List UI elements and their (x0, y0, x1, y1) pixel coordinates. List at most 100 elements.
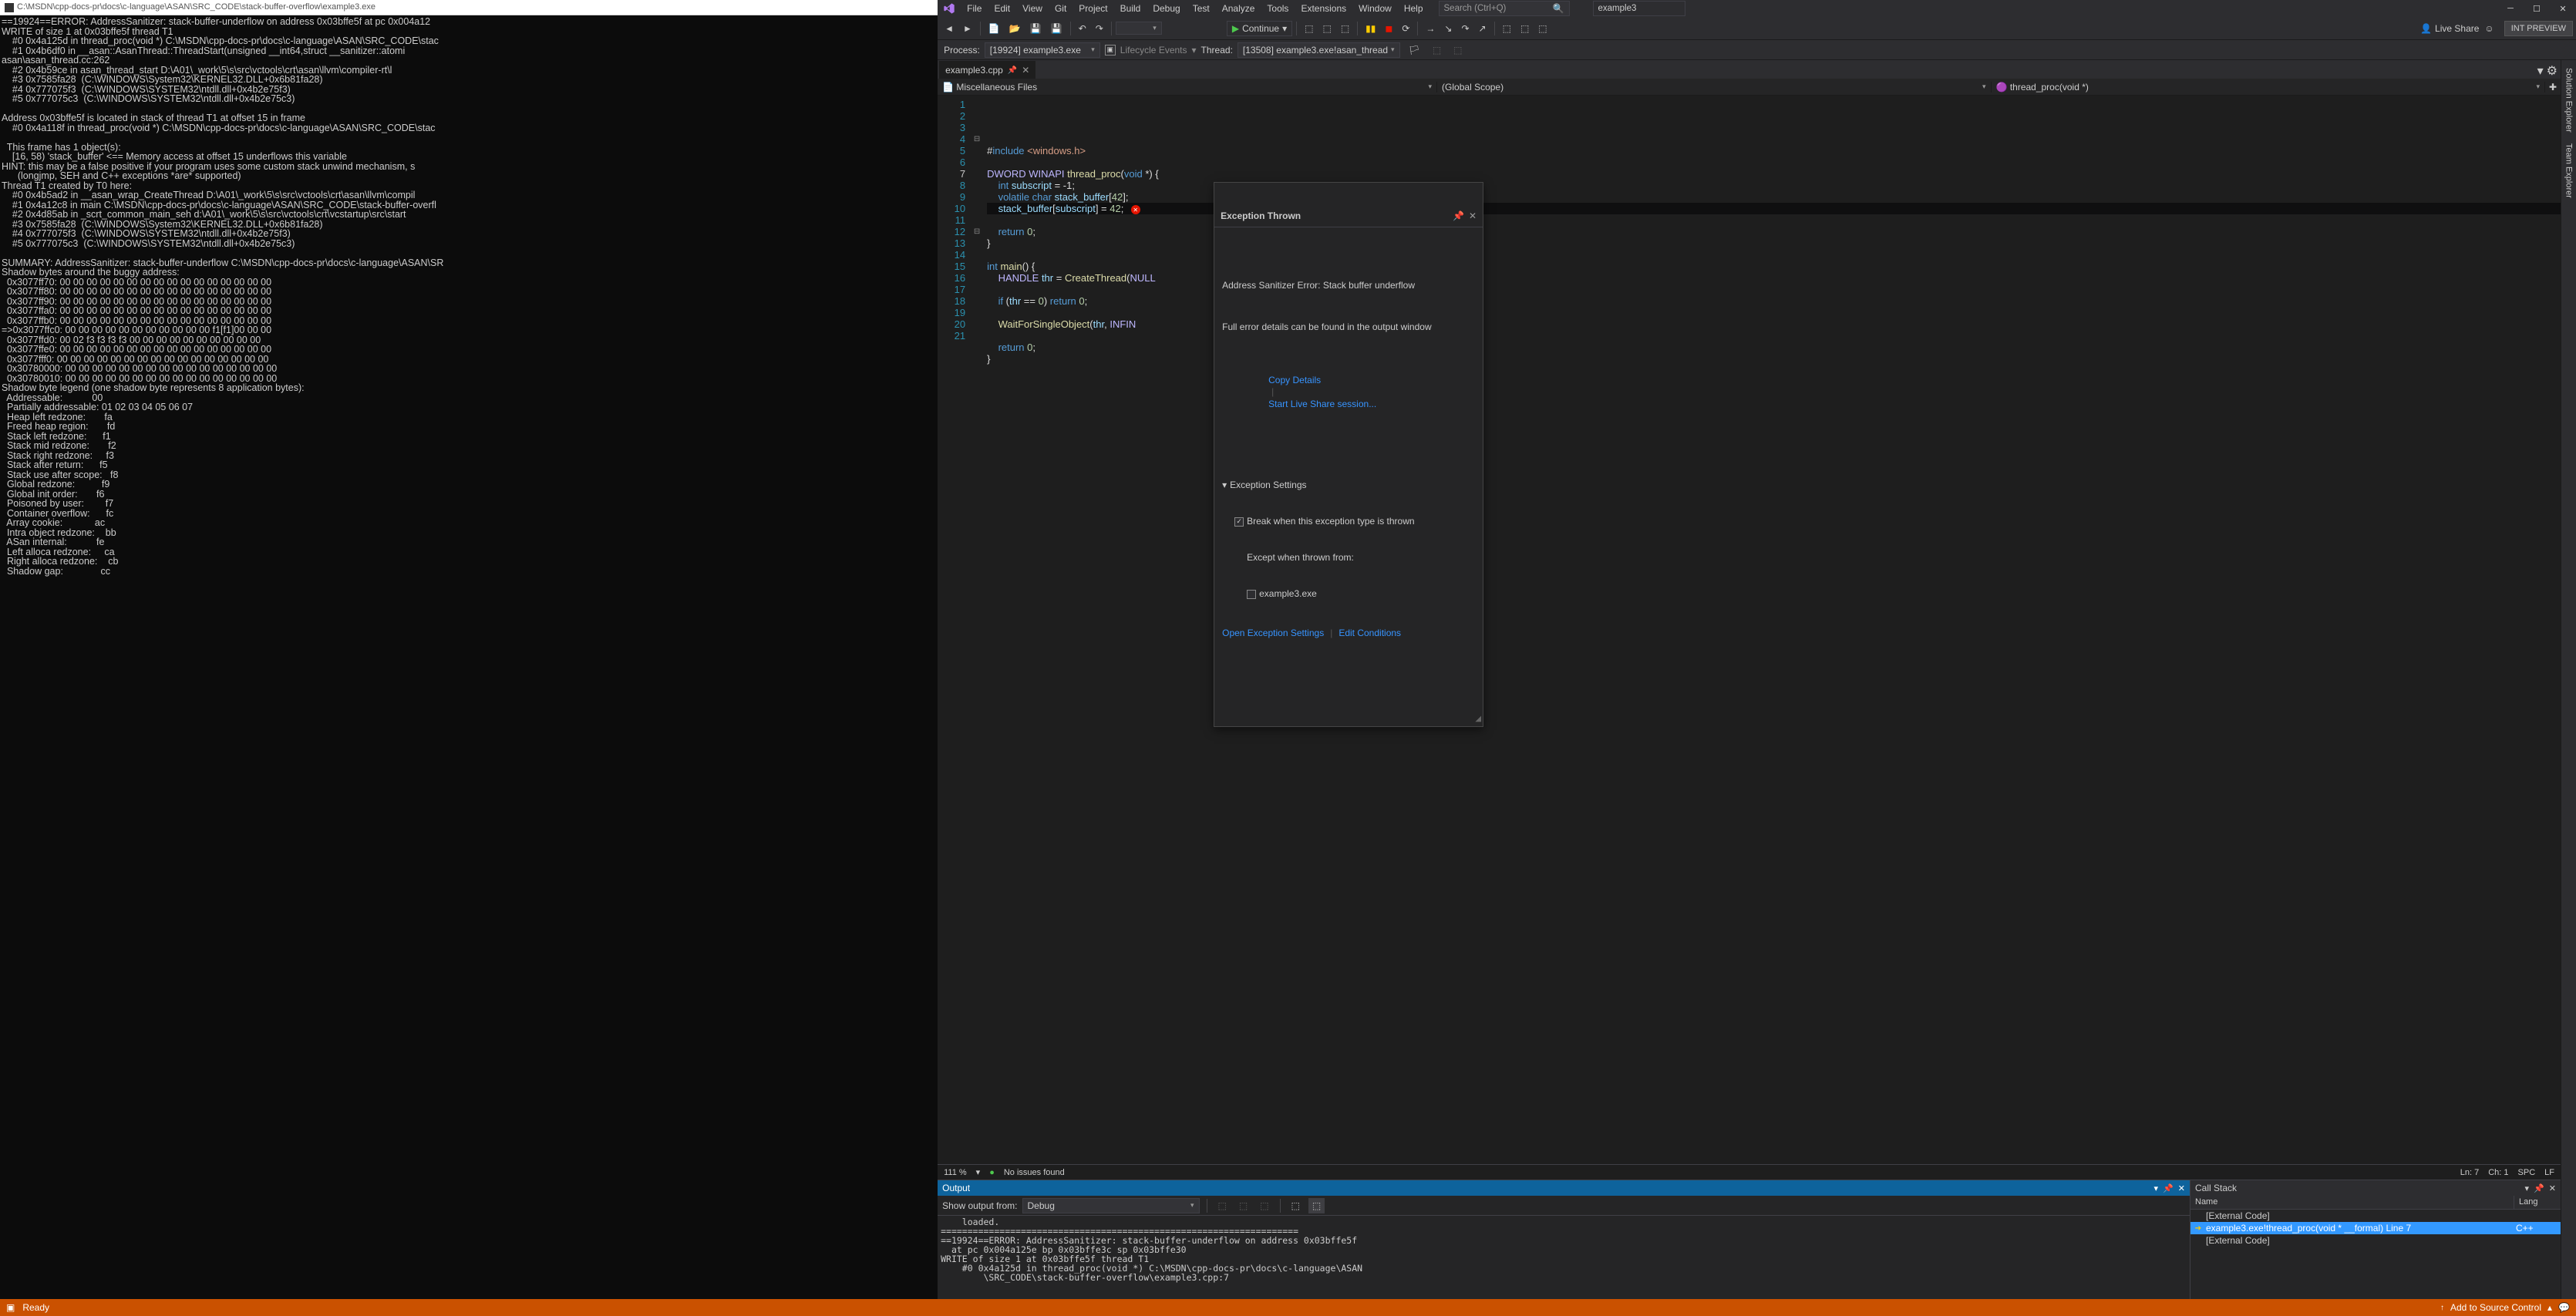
thread-dropdown[interactable]: [13508] example3.exe!asan_thread▾ (1237, 42, 1400, 58)
redo-button[interactable]: ↷ (1092, 21, 1107, 36)
flag-button[interactable]: 🏳 (1405, 42, 1424, 58)
dbg-misc-2[interactable]: ⬚ (1517, 21, 1533, 36)
menu-file[interactable]: File (961, 1, 988, 16)
new-file-button[interactable]: 📄 (985, 21, 1004, 36)
stop-button[interactable]: ◼ (1381, 21, 1396, 36)
nav-fwd-button[interactable]: ► (959, 21, 976, 36)
menu-build[interactable]: Build (1114, 1, 1147, 16)
navbar-split-icon[interactable]: ✚ (2545, 82, 2561, 93)
callstack-close-icon[interactable]: ✕ (2549, 1183, 2556, 1193)
callstack-col-name[interactable]: Name (2190, 1196, 2514, 1209)
notification-icon[interactable]: 💬 (2558, 1302, 2570, 1313)
callstack-row[interactable]: [External Code] (2190, 1234, 2561, 1247)
show-output-from-dropdown[interactable]: Debug▾ (1022, 1198, 1200, 1213)
menu-window[interactable]: Window (1352, 1, 1398, 16)
output-tb-3[interactable]: ⬚ (1256, 1198, 1272, 1213)
menu-analyze[interactable]: Analyze (1216, 1, 1261, 16)
menu-edit[interactable]: Edit (988, 1, 1016, 16)
edit-conditions-link[interactable]: Edit Conditions (1339, 628, 1401, 639)
sidetab-team-explorer[interactable]: Team Explorer (2563, 139, 2575, 203)
break-checkbox[interactable] (1234, 517, 1244, 527)
exception-title: Exception Thrown (1221, 210, 1301, 222)
code-editor[interactable]: 123456789101112131415161718192021 ⊟ ⊟ #i… (938, 96, 2561, 1164)
step-out-button[interactable]: ↗ (1475, 21, 1490, 36)
tab-close-icon[interactable]: ✕ (1022, 65, 1029, 76)
editor-statusbar: 111 % ▾ ● No issues found Ln: 7 Ch: 1 SP… (938, 1164, 2561, 1180)
tab-dropdown-icon[interactable]: ▾ (2537, 63, 2544, 79)
callstack-dropdown-icon[interactable]: ▾ (2525, 1183, 2530, 1193)
navbar-member[interactable]: 🟣 thread_proc(void *)▾ (1992, 82, 2545, 93)
menu-git[interactable]: Git (1049, 1, 1072, 16)
zoom-level[interactable]: 111 % (944, 1168, 967, 1177)
output-text[interactable]: loaded. ================================… (938, 1216, 2190, 1299)
navbar-scope[interactable]: (Global Scope)▾ (1437, 82, 1991, 93)
dbg-btn-1[interactable]: ⬚ (1301, 21, 1317, 36)
restart-button[interactable]: ⟳ (1398, 21, 1413, 36)
menu-project[interactable]: Project (1072, 1, 1113, 16)
navbar-project[interactable]: 📄 Miscellaneous Files▾ (938, 82, 1437, 93)
liveshare-button[interactable]: 👤 Live Share (2420, 23, 2479, 34)
output-close-icon[interactable]: ✕ (2178, 1183, 2185, 1193)
sidetab-solution-explorer[interactable]: Solution Explorer (2563, 63, 2575, 137)
pin-icon[interactable]: 📌 (1008, 66, 1017, 75)
save-all-button[interactable]: 💾 (1047, 21, 1066, 36)
save-button[interactable]: 💾 (1026, 21, 1046, 36)
src-dropdown-icon[interactable]: ▴ (2547, 1302, 2552, 1313)
solution-dropdown[interactable]: example3 (1593, 1, 1685, 16)
except-item-checkbox[interactable] (1247, 590, 1256, 599)
search-box[interactable]: Search (Ctrl+Q) 🔍 (1439, 1, 1570, 16)
minimize-button[interactable]: ─ (2497, 0, 2524, 17)
callstack-row[interactable]: ➔example3.exe!thread_proc(void * __forma… (2190, 1222, 2561, 1234)
side-toolwindow-tabs: Solution Explorer Team Explorer (2561, 60, 2576, 1299)
zoom-dropdown-icon[interactable]: ▾ (976, 1167, 981, 1177)
menu-tools[interactable]: Tools (1261, 1, 1295, 16)
step-into-button[interactable]: ↘ (1440, 21, 1456, 36)
play-icon: ▶ (1232, 23, 1239, 34)
callstack-pin-icon[interactable]: 📌 (2534, 1183, 2544, 1193)
undo-button[interactable]: ↶ (1075, 21, 1090, 36)
menu-extensions[interactable]: Extensions (1295, 1, 1352, 16)
maximize-button[interactable]: ☐ (2524, 0, 2550, 17)
output-wordwrap-button[interactable]: ⬚ (1308, 1198, 1325, 1213)
expand-icon[interactable]: ▾ (1222, 480, 1227, 491)
menu-help[interactable]: Help (1398, 1, 1429, 16)
dbg-btn-3[interactable]: ⬚ (1337, 21, 1353, 36)
resize-grip-icon[interactable]: ◢ (1475, 713, 1481, 725)
close-button[interactable]: ✕ (2550, 0, 2576, 17)
menu-debug[interactable]: Debug (1147, 1, 1186, 16)
copy-details-link[interactable]: Copy Details (1268, 375, 1321, 385)
tab-example3[interactable]: example3.cpp 📌 ✕ (939, 61, 1035, 79)
tab-settings-icon[interactable]: ⚙ (2547, 63, 2557, 79)
dbg-misc-1[interactable]: ⬚ (1499, 21, 1515, 36)
open-file-button[interactable]: 📂 (1005, 21, 1025, 36)
output-tb-1[interactable]: ⬚ (1214, 1198, 1231, 1213)
callstack-col-lang[interactable]: Lang (2514, 1196, 2561, 1209)
open-exception-settings-link[interactable]: Open Exception Settings (1222, 628, 1324, 639)
continue-button[interactable]: ▶ Continue ▾ (1227, 21, 1292, 36)
menu-test[interactable]: Test (1187, 1, 1216, 16)
step-next-button[interactable]: → (1422, 21, 1439, 36)
lifecycle-icon[interactable]: ▣ (1105, 45, 1116, 56)
config-dropdown[interactable]: ▾ (1116, 22, 1162, 35)
menu-view[interactable]: View (1016, 1, 1049, 16)
step-over-button[interactable]: ↷ (1457, 21, 1473, 36)
callstack-row[interactable]: [External Code] (2190, 1210, 2561, 1222)
output-panel: Output ▾ 📌 ✕ Show output from: Debug▾ (938, 1180, 2190, 1299)
add-source-control[interactable]: Add to Source Control (2450, 1302, 2541, 1313)
output-tb-2[interactable]: ⬚ (1235, 1198, 1251, 1213)
output-pin-icon[interactable]: 📌 (2163, 1183, 2174, 1193)
popup-close-icon[interactable]: ✕ (1469, 210, 1477, 222)
dbg-btn-2[interactable]: ⬚ (1318, 21, 1335, 36)
console-output[interactable]: ==19924==ERROR: AddressSanitizer: stack-… (0, 15, 938, 1299)
nav-back-button[interactable]: ◄ (941, 21, 958, 36)
dbg-misc-3[interactable]: ⬚ (1534, 21, 1551, 36)
pause-button[interactable]: ▮▮ (1362, 21, 1379, 36)
feedback-button[interactable]: ☺ (2480, 21, 2497, 36)
stack-frame-btn2[interactable]: ⬚ (1450, 42, 1466, 58)
process-dropdown[interactable]: [19924] example3.exe▾ (985, 42, 1100, 58)
output-tb-4[interactable]: ⬚ (1288, 1198, 1304, 1213)
stack-frame-btn1[interactable]: ⬚ (1429, 42, 1445, 58)
output-dropdown-icon[interactable]: ▾ (2154, 1183, 2159, 1193)
start-liveshare-link[interactable]: Start Live Share session... (1268, 399, 1376, 409)
popup-pin-icon[interactable]: 📌 (1453, 210, 1464, 222)
